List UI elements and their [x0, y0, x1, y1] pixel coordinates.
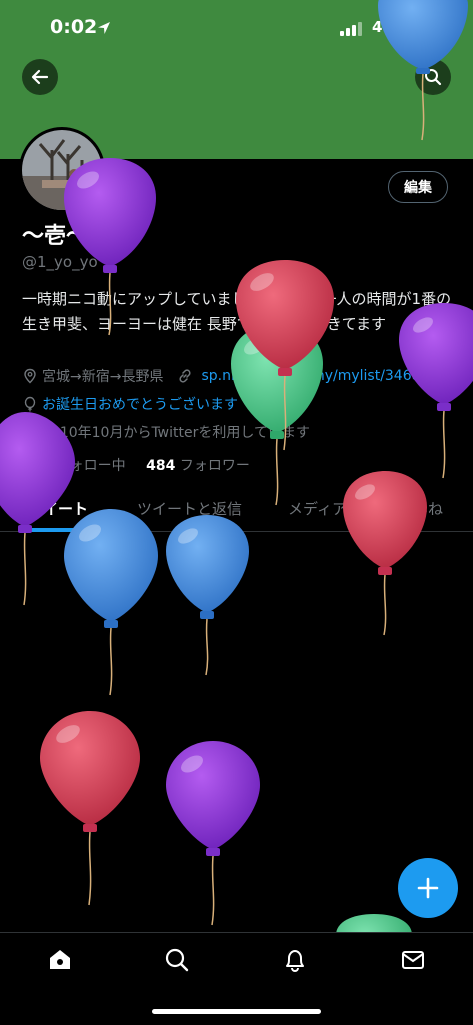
- birthday-text[interactable]: お誕生日おめでとうございます: [42, 394, 238, 414]
- tab-tweets-and-replies[interactable]: ツイートと返信: [137, 498, 242, 519]
- signal-icon: [340, 22, 362, 36]
- bell-icon[interactable]: [282, 947, 308, 973]
- profile-link[interactable]: sp.nicovideo.jp/my/mylist/3468...: [201, 368, 433, 384]
- display-name: 〜壱〜: [22, 224, 89, 249]
- balloon-blue-1: [64, 509, 158, 696]
- calendar-icon: [23, 425, 37, 439]
- balloon-icon: [24, 396, 36, 412]
- home-indicator: [152, 1009, 321, 1014]
- battery-charging-icon: [402, 19, 437, 37]
- joined-text: 2010年10月からTwitterを利用しています: [42, 425, 310, 441]
- followers-count: 484: [146, 458, 176, 474]
- profile-bio: 一時期ニコ動にアップしていました。お酒と一人の時間が1番の生き甲斐、ヨーヨーは健…: [22, 290, 452, 333]
- link-icon: [179, 369, 192, 383]
- avatar[interactable]: [19, 127, 105, 213]
- status-bar: 0:02 4G: [0, 0, 473, 56]
- arrow-left-icon: [31, 69, 49, 85]
- balloon-purple-4: [166, 741, 260, 926]
- profile-meta-location: 宮城→新宿→長野県 sp.nicovideo.jp/my/mylist/3468…: [22, 366, 434, 386]
- compose-tweet-button[interactable]: [398, 858, 458, 918]
- status-time: 0:02: [50, 16, 98, 38]
- location-arrow-icon: [98, 22, 110, 34]
- tab-media[interactable]: メディア: [288, 498, 347, 519]
- followers-label: フォロワー: [179, 458, 250, 474]
- location-pin-icon: [24, 368, 36, 384]
- mail-icon[interactable]: [400, 947, 426, 973]
- profile-meta-birthday: お誕生日おめでとうございます: [22, 394, 238, 414]
- tab-likes[interactable]: いいね: [398, 498, 443, 519]
- location-text: 宮城→新宿→長野県: [42, 369, 164, 385]
- profile-tabs: ツイート ツイートと返信 メディア いいね: [0, 486, 473, 532]
- active-tab-indicator: [28, 528, 96, 532]
- plus-icon: [417, 877, 439, 899]
- following-link[interactable]: 942 フォロー中: [22, 458, 126, 474]
- search-icon[interactable]: [164, 947, 190, 973]
- search-button[interactable]: [415, 59, 451, 95]
- follow-counts: 942 フォロー中 484 フォロワー: [22, 455, 250, 475]
- network-type: 4G: [372, 18, 395, 36]
- avatar-photo: [22, 130, 102, 210]
- followers-link[interactable]: 484 フォロワー: [146, 458, 250, 474]
- following-count: 942: [22, 458, 52, 474]
- back-button[interactable]: [22, 59, 58, 95]
- balloon-blue-2: [166, 515, 249, 676]
- edit-profile-button[interactable]: 編集: [388, 171, 448, 203]
- user-handle: @1_yo_yo: [22, 253, 98, 271]
- balloon-red-3: [40, 711, 140, 906]
- home-icon[interactable]: [47, 947, 73, 973]
- following-label: フォロー中: [55, 458, 126, 474]
- profile-meta-joined: 2010年10月からTwitterを利用しています: [22, 422, 310, 442]
- balloon-green-1: [231, 324, 323, 506]
- tab-tweets[interactable]: ツイート: [28, 498, 88, 519]
- search-icon: [425, 69, 442, 86]
